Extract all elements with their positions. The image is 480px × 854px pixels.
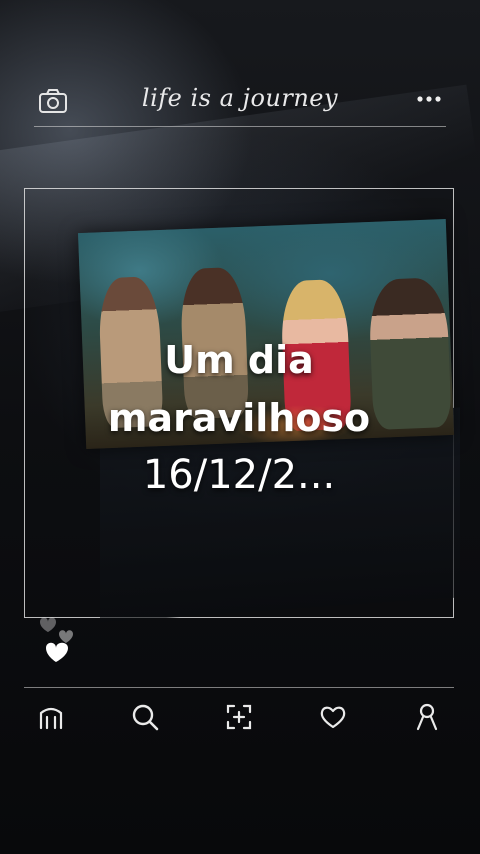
page-title: life is a journey	[141, 84, 339, 112]
add-post-icon	[226, 704, 252, 730]
nav-home[interactable]	[32, 698, 70, 736]
caption-line-2: maravilhoso	[107, 396, 371, 440]
top-bar: life is a journey	[34, 80, 446, 126]
bottom-divider	[24, 687, 454, 688]
home-icon	[39, 707, 63, 730]
nav-add-post[interactable]	[220, 698, 258, 736]
nav-likes[interactable]	[314, 698, 352, 736]
nav-profile[interactable]	[408, 698, 446, 736]
caption-date: 16/12/2...	[142, 452, 336, 498]
top-divider	[34, 126, 446, 127]
bottom-nav	[24, 698, 454, 736]
heart-icon	[320, 706, 346, 729]
search-icon	[132, 704, 159, 731]
caption-line-1: Um dia	[164, 338, 314, 382]
more-dots-icon[interactable]	[416, 94, 442, 104]
nav-search[interactable]	[126, 698, 164, 736]
floating-hearts-icon	[40, 617, 73, 662]
profile-icon	[416, 703, 438, 731]
